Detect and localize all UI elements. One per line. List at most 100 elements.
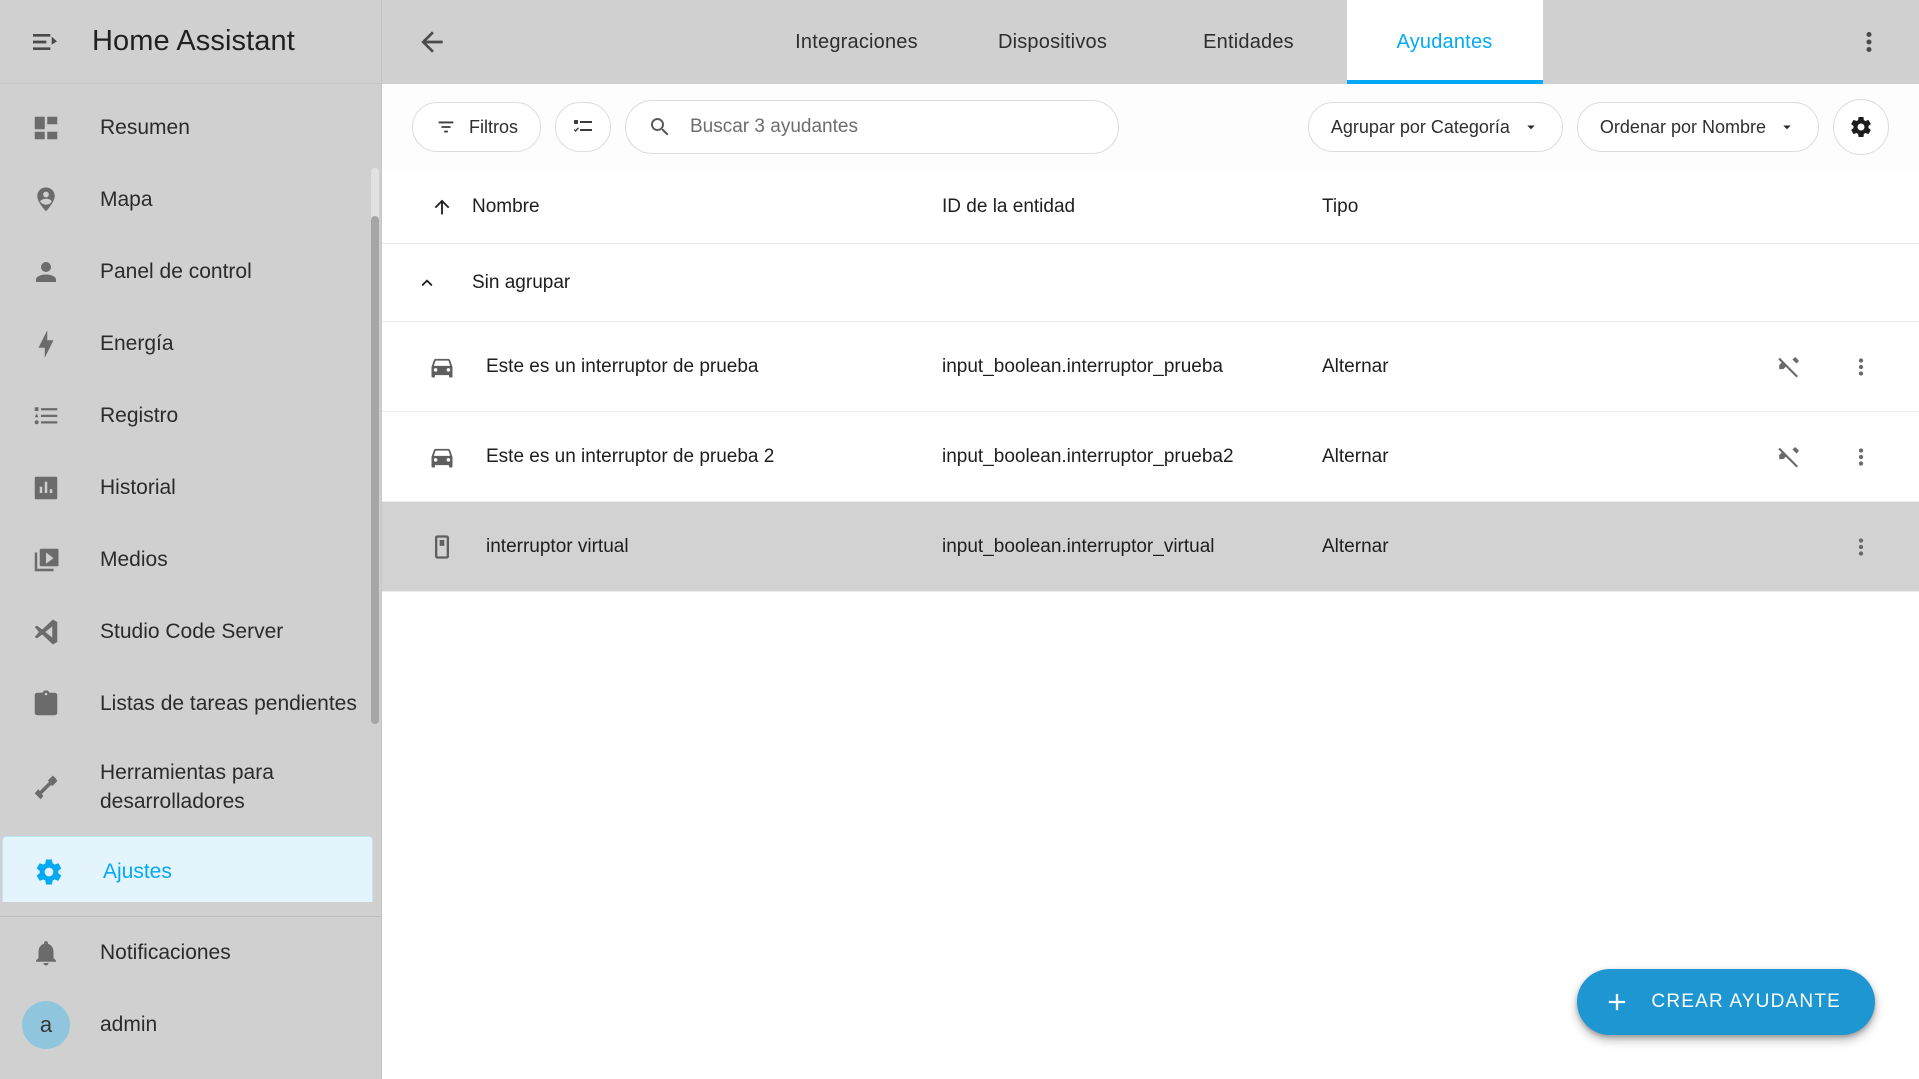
sidebar-item-notificaciones[interactable]: Notificaciones — [0, 917, 373, 989]
sidebar-item-label: Registro — [100, 403, 179, 427]
app-title: Home Assistant — [92, 25, 295, 57]
column-header-entity-id[interactable]: ID de la entidad — [942, 196, 1322, 218]
tab-label: Entidades — [1203, 30, 1294, 53]
pencil-off-icon — [1767, 435, 1811, 479]
car-icon — [412, 353, 472, 381]
chevron-up-icon — [412, 272, 442, 294]
sidebar-header: Home Assistant — [0, 0, 381, 84]
group-by-label: Agrupar por Categoría — [1330, 116, 1510, 137]
arrow-up-icon[interactable] — [412, 196, 472, 218]
search-field[interactable] — [625, 100, 1119, 154]
sidebar-item-label: Medios — [100, 547, 168, 571]
tab-entidades[interactable]: Entidades — [1151, 0, 1347, 84]
page-tabs: Integraciones Dispositivos Entidades Ayu… — [464, 0, 1837, 84]
pencil-off-icon — [1767, 345, 1811, 389]
table-row[interactable]: Este es un interruptor de prueba 2 input… — [382, 412, 1919, 502]
sidebar-item-label: Listas de tareas pendientes — [100, 691, 357, 715]
row-name: interruptor virtual — [486, 535, 629, 557]
sidebar-item-label: Panel de control — [100, 259, 252, 283]
sidebar-item-user[interactable]: a admin — [0, 989, 373, 1061]
sidebar-item-resumen[interactable]: Resumen — [0, 92, 373, 164]
sidebar-footer: Notificaciones a admin — [0, 917, 381, 1079]
sort-by-button[interactable]: Ordenar por Nombre — [1576, 102, 1819, 152]
row-type: Alternar — [1322, 445, 1389, 467]
sidebar-item-label: Historial — [100, 475, 176, 499]
sidebar-user-label: admin — [100, 1012, 158, 1036]
group-header-row[interactable]: Sin agrupar — [382, 244, 1919, 322]
sidebar-item-label: Energía — [100, 331, 174, 355]
sidebar-item-mapa[interactable]: Mapa — [0, 164, 373, 236]
tab-ayudantes[interactable]: Ayudantes — [1346, 0, 1543, 84]
chart-box-icon — [22, 473, 70, 503]
search-input[interactable] — [690, 116, 1096, 138]
top-app-bar: Integraciones Dispositivos Entidades Ayu… — [382, 0, 1919, 84]
row-type: Alternar — [1322, 355, 1389, 377]
sidebar-item-herramientas-para-desarrolladores[interactable]: Herramientas para desarrolladores — [0, 740, 373, 836]
avatar: a — [22, 1001, 70, 1049]
menu-collapse-icon[interactable] — [14, 11, 76, 73]
sidebar-item-registro[interactable]: Registro — [0, 380, 373, 452]
create-helper-fab[interactable]: CREAR AYUDANTE — [1577, 969, 1875, 1035]
row-actions — [1739, 525, 1919, 569]
sidebar-item-listas-de-tareas-pendientes[interactable]: Listas de tareas pendientes — [0, 668, 373, 740]
row-entity-id: input_boolean.interruptor_virtual — [942, 535, 1215, 557]
sidebar-item-label: Studio Code Server — [100, 619, 284, 643]
select-mode-button[interactable] — [555, 102, 611, 152]
toggle-switch-icon — [412, 533, 472, 561]
sidebar-scroll-area: Resumen Mapa Panel de control Energía Re… — [0, 84, 381, 902]
arrow-left-icon[interactable] — [400, 10, 464, 74]
table-settings-button[interactable] — [1833, 99, 1889, 155]
filters-button[interactable]: Filtros — [412, 102, 541, 152]
sidebar-item-panel-de-control[interactable]: Panel de control — [0, 236, 373, 308]
vscode-icon — [22, 617, 70, 647]
group-by-button[interactable]: Agrupar por Categoría — [1307, 102, 1563, 152]
sidebar-item-label: Mapa — [100, 187, 153, 211]
car-icon — [412, 443, 472, 471]
search-icon — [648, 115, 672, 139]
row-actions — [1739, 435, 1919, 479]
sidebar-item-label: Herramientas para desarrolladores — [100, 761, 274, 813]
cog-icon — [25, 857, 73, 887]
table-row[interactable]: Este es un interruptor de prueba input_b… — [382, 322, 1919, 412]
row-menu-button[interactable] — [1839, 345, 1883, 389]
sidebar-item-label: Resumen — [100, 115, 190, 139]
sidebar-scrollbar-track[interactable] — [371, 168, 379, 724]
row-menu-button[interactable] — [1839, 435, 1883, 479]
sidebar-scrollbar-thumb[interactable] — [371, 216, 379, 724]
sidebar-item-label: Ajustes — [103, 859, 172, 883]
format-list-checks-icon — [571, 115, 595, 139]
tab-dispositivos[interactable]: Dispositivos — [955, 0, 1151, 84]
chevron-down-icon — [1522, 118, 1540, 136]
action-placeholder — [1767, 525, 1811, 569]
format-list-bulleted-icon — [22, 401, 70, 431]
tab-integraciones[interactable]: Integraciones — [759, 0, 955, 84]
fab-label: CREAR AYUDANTE — [1651, 991, 1841, 1012]
row-menu-button[interactable] — [1839, 525, 1883, 569]
sidebar-item-medios[interactable]: Medios — [0, 524, 373, 596]
filters-label: Filtros — [469, 116, 518, 137]
map-marker-account-icon — [22, 185, 70, 215]
avatar-initial: a — [22, 1001, 70, 1049]
sidebar-item-label: Notificaciones — [100, 940, 231, 964]
row-entity-id: input_boolean.interruptor_prueba — [942, 355, 1223, 377]
gear-icon — [1849, 115, 1873, 139]
bell-icon — [22, 938, 70, 968]
table-header-row: Nombre ID de la entidad Tipo — [382, 170, 1919, 244]
sidebar-item-studio-code-server[interactable]: Studio Code Server — [0, 596, 373, 668]
sidebar-item-energia[interactable]: Energía — [0, 308, 373, 380]
table-row[interactable]: interruptor virtual input_boolean.interr… — [382, 502, 1919, 592]
sidebar-item-historial[interactable]: Historial — [0, 452, 373, 524]
view-dashboard-icon — [22, 113, 70, 143]
content-panel: Filtros Buscar 3 ayudantes Agrupar por C… — [382, 84, 1919, 1079]
helpers-table: Nombre ID de la entidad Tipo Sin agrupar… — [382, 170, 1919, 592]
row-entity-id: input_boolean.interruptor_prueba2 — [942, 445, 1234, 467]
sidebar: Home Assistant Resumen Mapa Panel de con — [0, 0, 382, 1079]
group-header-label: Sin agrupar — [472, 271, 571, 293]
row-name: Este es un interruptor de prueba — [486, 355, 759, 377]
tab-label: Ayudantes — [1396, 30, 1493, 53]
account-icon — [22, 257, 70, 287]
column-header-name[interactable]: Nombre — [472, 196, 942, 218]
sidebar-item-ajustes[interactable]: Ajustes — [2, 836, 373, 902]
dots-vertical-icon[interactable] — [1837, 10, 1901, 74]
column-header-type[interactable]: Tipo — [1322, 196, 1919, 218]
